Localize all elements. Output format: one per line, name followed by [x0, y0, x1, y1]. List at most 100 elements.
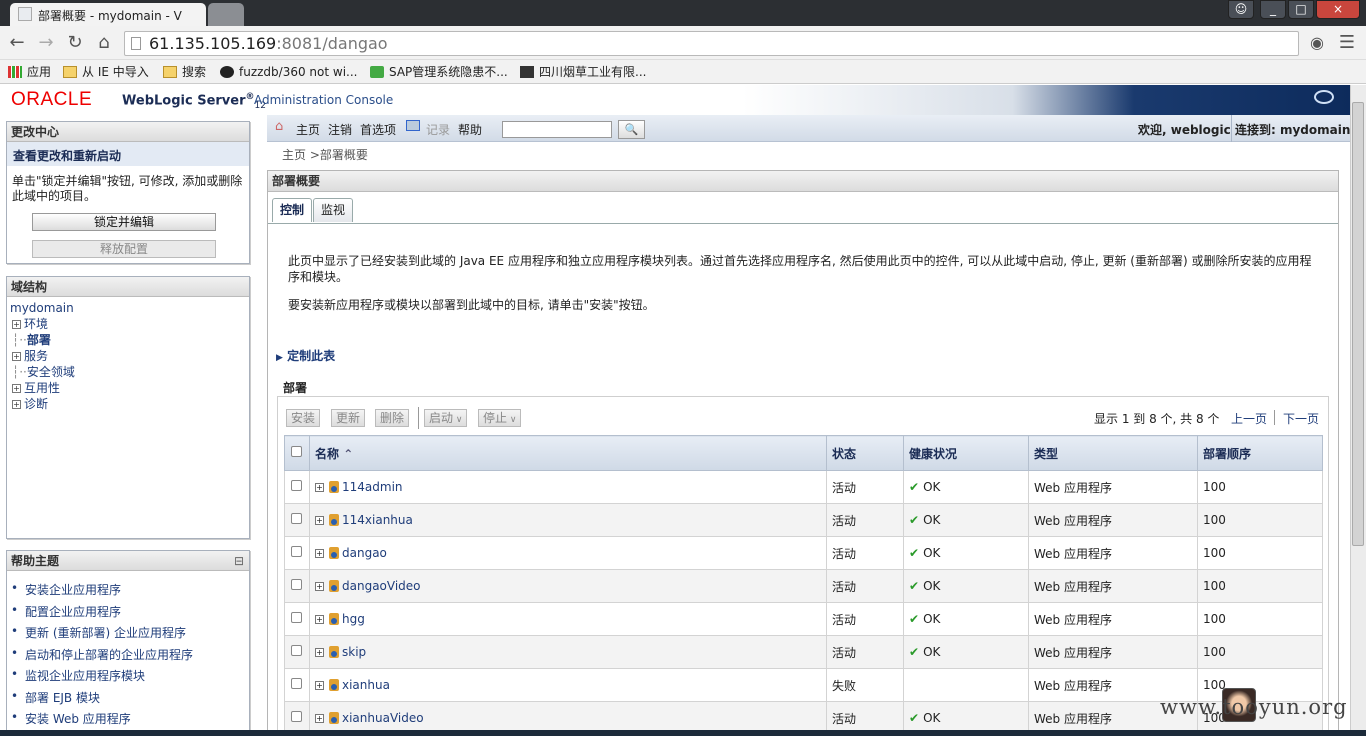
column-state[interactable]: 状态	[826, 435, 904, 471]
row-checkbox[interactable]	[284, 536, 310, 570]
bookmark-sichuan[interactable]: 四川烟草工业有限...	[520, 63, 646, 81]
tab-monitoring[interactable]: 监视	[313, 198, 354, 222]
tree-item-security-realms[interactable]: ┆··安全领域	[10, 364, 75, 380]
row-checkbox[interactable]	[284, 569, 310, 603]
app-name-link[interactable]: 114admin	[342, 480, 403, 494]
bookmark-fuzzdb[interactable]: fuzzdb/360 not wi...	[220, 63, 357, 81]
home-icon[interactable]: ⌂	[93, 32, 115, 54]
expand-icon[interactable]: +	[315, 582, 324, 591]
maximize-button[interactable]: □	[1288, 0, 1314, 19]
search-input[interactable]	[502, 121, 612, 138]
logout-link[interactable]: 注销	[328, 121, 352, 138]
expand-icon[interactable]: +	[315, 714, 324, 723]
table-row[interactable]: + dangaoVideo 活动 ✔ OK Web 应用程序 100	[284, 569, 1323, 603]
help-link[interactable]: 安装企业应用程序	[9, 581, 249, 603]
row-state[interactable]: 活动	[826, 503, 904, 537]
column-health[interactable]: 健康状况	[903, 435, 1029, 471]
row-checkbox[interactable]	[284, 503, 310, 537]
lock-and-edit-button[interactable]: 锁定并编辑	[32, 213, 216, 231]
help-link[interactable]: 配置企业应用程序	[9, 603, 249, 625]
tab-control[interactable]: 控制	[272, 198, 313, 222]
expand-icon[interactable]: +	[12, 352, 21, 361]
next-page-link[interactable]: 下一页	[1283, 410, 1319, 427]
update-button[interactable]: 更新	[331, 409, 366, 427]
bookmark-search[interactable]: 搜索	[163, 63, 206, 81]
scrollbar-thumb[interactable]	[1352, 102, 1364, 546]
app-name-link[interactable]: hgg	[342, 612, 365, 626]
row-state[interactable]: 活动	[826, 602, 904, 636]
help-link[interactable]: 启动和停止部署的企业应用程序	[9, 646, 249, 668]
expand-icon[interactable]: +	[315, 648, 324, 657]
minimize-button[interactable]: _	[1260, 0, 1286, 19]
select-all-checkbox[interactable]	[284, 435, 310, 471]
expand-icon[interactable]: +	[315, 516, 324, 525]
sort-asc-icon[interactable]: ⌃	[343, 447, 353, 461]
customize-table-link[interactable]: ▶ 定制此表	[276, 347, 335, 364]
tree-item-deployments[interactable]: ┆··部署	[10, 332, 75, 348]
help-link[interactable]: 安装 Web 应用程序	[9, 710, 249, 732]
home-link[interactable]: 主页	[296, 121, 320, 138]
prev-page-link[interactable]: 上一页	[1231, 410, 1267, 427]
url-field[interactable]: 61.135.105.169:8081/dangao	[124, 31, 1299, 56]
row-state[interactable]: 失败	[826, 668, 904, 702]
bookmark-sap[interactable]: SAP管理系统隐患不...	[370, 63, 508, 81]
expand-icon[interactable]: +	[12, 384, 21, 393]
row-checkbox[interactable]	[284, 602, 310, 636]
search-button[interactable]: 🔍	[618, 120, 645, 139]
expand-icon[interactable]: +	[12, 320, 21, 329]
row-checkbox[interactable]	[284, 470, 310, 504]
expand-icon[interactable]: +	[315, 483, 324, 492]
stop-dropdown[interactable]: 停止 ∨	[478, 409, 522, 427]
expand-icon[interactable]: +	[315, 681, 324, 690]
expand-icon[interactable]: +	[12, 400, 21, 409]
install-button[interactable]: 安装	[286, 409, 321, 427]
breadcrumb-home[interactable]: 主页	[282, 148, 306, 162]
start-dropdown[interactable]: 启动 ∨	[424, 409, 468, 427]
bookmark-ie-import[interactable]: 从 IE 中导入	[63, 63, 149, 81]
app-name-link[interactable]: xianhuaVideo	[342, 711, 424, 725]
back-icon[interactable]: ←	[6, 32, 28, 54]
release-config-button[interactable]: 释放配置	[32, 240, 216, 258]
row-state[interactable]: 活动	[826, 470, 904, 504]
app-name-link[interactable]: dangaoVideo	[342, 579, 421, 593]
help-link[interactable]: 监视企业应用程序模块	[9, 667, 249, 689]
expand-icon[interactable]: +	[315, 615, 324, 624]
record-icon[interactable]	[406, 120, 420, 131]
app-name-link[interactable]: 114xianhua	[342, 513, 413, 527]
record-link[interactable]: 记录	[426, 121, 450, 138]
home-icon[interactable]: ⌂	[275, 119, 283, 134]
forward-icon[interactable]: →	[35, 32, 57, 54]
row-state[interactable]: 活动	[826, 635, 904, 669]
browser-tab-active[interactable]: 部署概要 - mydomain - V	[10, 3, 206, 26]
close-button[interactable]: ×	[1316, 0, 1360, 19]
cookie-icon[interactable]: ◉	[1306, 32, 1328, 54]
app-name-link[interactable]: dangao	[342, 546, 387, 560]
tree-item-services[interactable]: + 服务	[10, 348, 75, 364]
tree-item-diagnostics[interactable]: + 诊断	[10, 396, 75, 412]
column-order[interactable]: 部署顺序	[1197, 435, 1323, 471]
tree-item-interoperability[interactable]: + 互用性	[10, 380, 75, 396]
tree-item-environment[interactable]: + 环境	[10, 316, 75, 332]
preferences-link[interactable]: 首选项	[360, 121, 396, 138]
help-link[interactable]: 部署 EJB 模块	[9, 689, 249, 711]
collapse-icon[interactable]: ⊟	[234, 551, 244, 571]
row-checkbox[interactable]	[284, 668, 310, 702]
tree-root-mydomain[interactable]: mydomain	[10, 300, 75, 316]
reload-icon[interactable]: ↻	[64, 32, 86, 54]
row-state[interactable]: 活动	[826, 569, 904, 603]
app-name-link[interactable]: xianhua	[342, 678, 390, 692]
table-row[interactable]: + hgg 活动 ✔ OK Web 应用程序 100	[284, 602, 1323, 636]
menu-icon[interactable]: ☰	[1336, 32, 1358, 54]
bookmark-apps[interactable]: 应用	[8, 63, 51, 81]
column-name[interactable]: 名称 ⌃	[309, 435, 827, 471]
column-type[interactable]: 类型	[1028, 435, 1198, 471]
app-name-link[interactable]: skip	[342, 645, 366, 659]
row-checkbox[interactable]	[284, 635, 310, 669]
browser-tab-new[interactable]	[208, 3, 244, 26]
row-state[interactable]: 活动	[826, 536, 904, 570]
table-row[interactable]: +114xianhua 活动 ✔ OK Web 应用程序 100	[284, 503, 1323, 537]
table-row[interactable]: + dangao 活动 ✔ OK Web 应用程序 100	[284, 536, 1323, 570]
delete-button[interactable]: 删除	[375, 409, 410, 427]
table-row[interactable]: +114admin 活动 ✔ OK Web 应用程序 100	[284, 470, 1323, 504]
help-link[interactable]: 更新 (重新部署) 企业应用程序	[9, 624, 249, 646]
